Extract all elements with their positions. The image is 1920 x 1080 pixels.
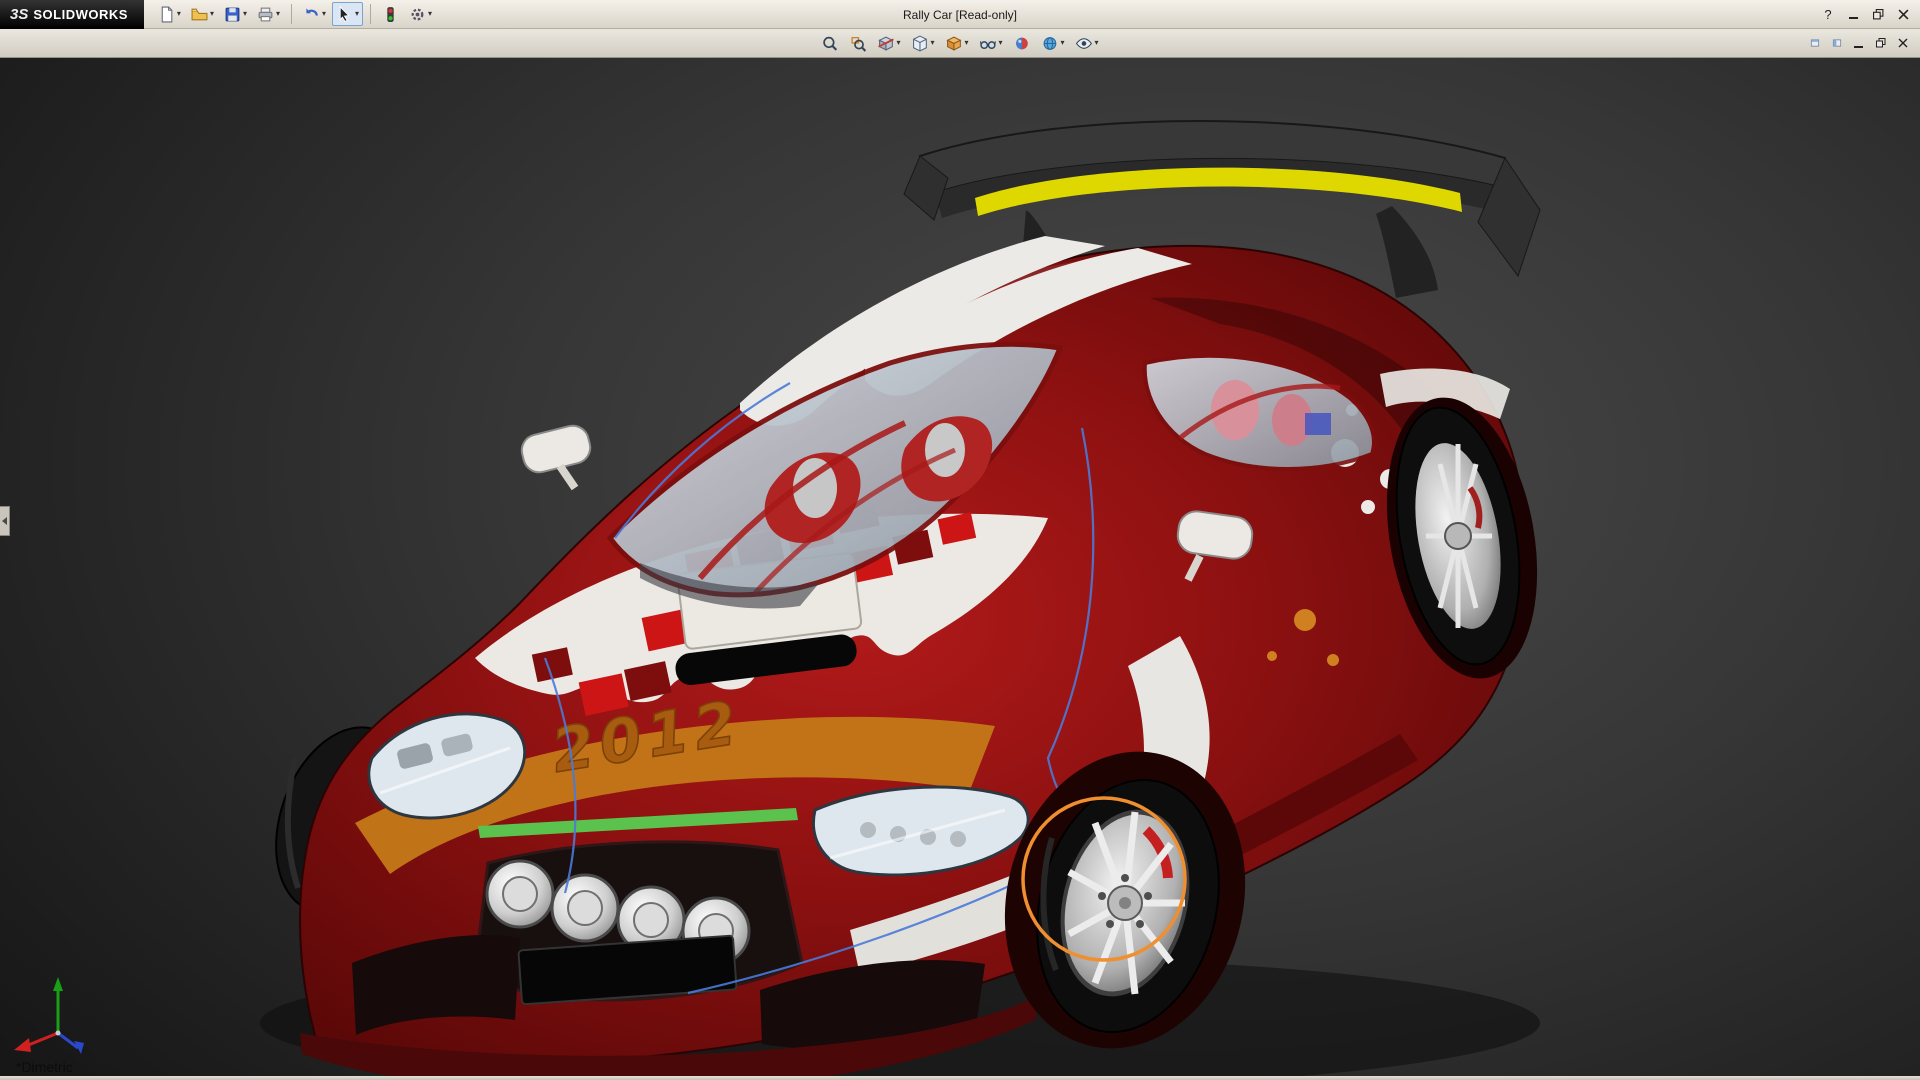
- section-view-icon: [877, 35, 894, 52]
- origin-triad: [14, 977, 84, 1054]
- dropdown-caret-icon[interactable]: ▾: [964, 39, 968, 47]
- doc-restore-button[interactable]: [1871, 34, 1890, 52]
- select-cursor-icon: [336, 6, 353, 23]
- pane-expand-button[interactable]: [1827, 34, 1846, 52]
- document-window-controls: [1805, 34, 1920, 52]
- doc-close-button[interactable]: [1893, 34, 1912, 52]
- display-style-button[interactable]: ▾: [941, 31, 972, 55]
- left-mirror[interactable]: [518, 422, 593, 488]
- doc-minimize-button[interactable]: [1849, 34, 1868, 52]
- hide-show-items-button[interactable]: ▾: [976, 31, 1007, 55]
- display-style-icon: [945, 35, 962, 52]
- solidworks-logo: 3S SOLIDWORKS: [0, 0, 144, 29]
- options-gear-icon: [409, 6, 426, 23]
- new-file-icon: [158, 6, 175, 23]
- title-bar: 3S SOLIDWORKS ▾ ▾ ▾ ▾ ▾: [0, 0, 1920, 29]
- chevron-left-icon: [2, 517, 7, 525]
- horizontal-scrollbar[interactable]: [0, 1076, 1920, 1080]
- minimize-button[interactable]: [1842, 4, 1864, 24]
- edit-appearance-button[interactable]: [1010, 31, 1035, 55]
- document-title: Rally Car [Read-only]: [903, 0, 1017, 29]
- dropdown-caret-icon[interactable]: ▾: [428, 10, 432, 18]
- pane-expand-icon: [1832, 38, 1842, 48]
- printer-icon: [257, 6, 274, 23]
- print-button[interactable]: ▾: [253, 2, 284, 26]
- restore-button[interactable]: [1867, 4, 1889, 24]
- dropdown-caret-icon[interactable]: ▾: [243, 10, 247, 18]
- save-button[interactable]: ▾: [220, 2, 251, 26]
- view-orientation-label: *Dimetric: [16, 1059, 73, 1075]
- standard-toolbar: ▾ ▾ ▾ ▾ ▾ ▾: [154, 2, 436, 26]
- rebuild-button[interactable]: [378, 2, 403, 26]
- dropdown-caret-icon[interactable]: ▾: [355, 10, 359, 18]
- dropdown-caret-icon[interactable]: ▾: [322, 10, 326, 18]
- dropdown-caret-icon[interactable]: ▾: [1061, 39, 1065, 47]
- view-settings-button[interactable]: ▾: [1072, 31, 1103, 55]
- brand-name: SOLIDWORKS: [33, 7, 128, 22]
- restore-icon: [1876, 38, 1886, 48]
- panel-collapse-tab[interactable]: [0, 506, 10, 536]
- window-controls: ?: [1817, 4, 1920, 24]
- zoom-to-area-button[interactable]: [845, 31, 870, 55]
- pane-split-button[interactable]: [1805, 34, 1824, 52]
- dassault-3s-logo: 3S: [10, 6, 28, 23]
- scene-globe-icon: [1042, 35, 1059, 52]
- undo-arrow-icon: [303, 6, 320, 23]
- dropdown-caret-icon[interactable]: ▾: [276, 10, 280, 18]
- close-icon: [1898, 38, 1908, 48]
- dropdown-caret-icon[interactable]: ▾: [1095, 39, 1099, 47]
- graphics-viewport[interactable]: 2012: [0, 58, 1920, 1076]
- dropdown-caret-icon[interactable]: ▾: [210, 10, 214, 18]
- toolbar-separator: [291, 4, 292, 24]
- close-button[interactable]: [1892, 4, 1914, 24]
- open-folder-icon: [191, 6, 208, 23]
- section-view-button[interactable]: ▾: [873, 31, 904, 55]
- help-button[interactable]: ?: [1817, 4, 1839, 24]
- rebuild-stoplight-icon: [382, 6, 399, 23]
- view-settings-eye-icon: [1076, 35, 1093, 52]
- pane-split-icon: [1810, 38, 1820, 48]
- zoom-to-fit-button[interactable]: [817, 31, 842, 55]
- save-floppy-icon: [224, 6, 241, 23]
- dropdown-caret-icon[interactable]: ▾: [896, 39, 900, 47]
- undo-button[interactable]: ▾: [299, 2, 330, 26]
- apply-scene-button[interactable]: ▾: [1038, 31, 1069, 55]
- toolbar-separator: [370, 4, 371, 24]
- view-tools-group: ▾ ▾ ▾ ▾ ▾ ▾: [817, 31, 1102, 55]
- appearance-ball-icon: [1014, 35, 1031, 52]
- rally-car-model-canvas[interactable]: 2012: [0, 58, 1920, 1076]
- options-button[interactable]: ▾: [405, 2, 436, 26]
- new-file-button[interactable]: ▾: [154, 2, 185, 26]
- glasses-icon: [980, 35, 997, 52]
- view-orientation-cube-icon: [911, 35, 928, 52]
- view-orientation-button[interactable]: ▾: [907, 31, 938, 55]
- dropdown-caret-icon[interactable]: ▾: [930, 39, 934, 47]
- open-file-button[interactable]: ▾: [187, 2, 218, 26]
- select-tool-button[interactable]: ▾: [332, 2, 363, 26]
- close-icon: [1898, 9, 1909, 20]
- solidworks-window: 3S SOLIDWORKS ▾ ▾ ▾ ▾ ▾: [0, 0, 1920, 1080]
- zoom-to-fit-icon: [821, 35, 838, 52]
- dropdown-caret-icon[interactable]: ▾: [177, 10, 181, 18]
- restore-icon: [1873, 9, 1884, 20]
- zoom-to-area-icon: [849, 35, 866, 52]
- heads-up-toolbar: ▾ ▾ ▾ ▾ ▾ ▾: [0, 29, 1920, 58]
- minimize-icon: [1854, 46, 1863, 48]
- dropdown-caret-icon[interactable]: ▾: [999, 39, 1003, 47]
- minimize-icon: [1849, 17, 1858, 19]
